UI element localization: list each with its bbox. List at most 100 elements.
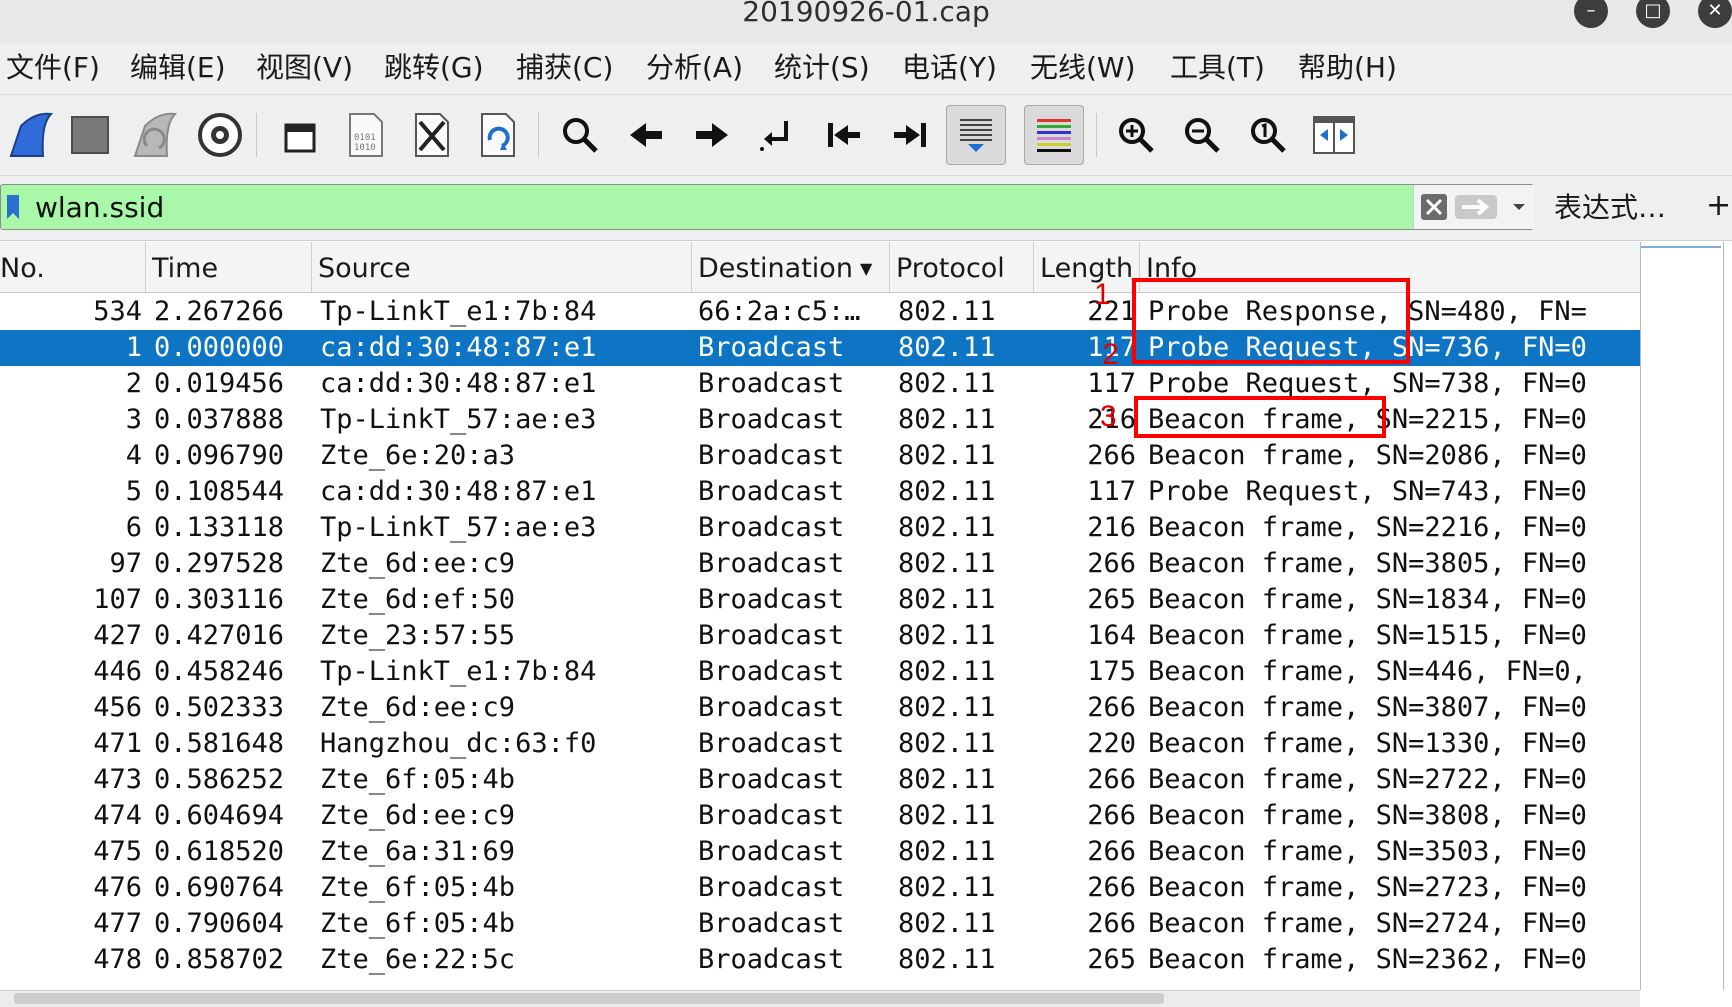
resize-columns-icon[interactable] [1304,105,1364,165]
packet-length-cell: 265 [1087,944,1136,975]
packet-row[interactable]: 474 0.604694 Zte_6d:ee:c9 Broadcast 802.11 26… [0,798,1640,834]
packet-row[interactable]: 2 0.019456 ca:dd:30:48:87:e1 Broadcast 802.1… [0,366,1640,402]
last-packet-icon[interactable] [880,105,940,165]
menu-view[interactable]: 视图(V) [256,48,353,88]
packet-row[interactable]: 3 0.037888 Tp-LinkT_57:ae:e3 Broadcast 802.1… [0,402,1640,438]
apply-filter-arrow-icon[interactable] [1454,193,1498,221]
expression-button[interactable]: 表达式… [1554,188,1666,228]
packet-protocol-cell: 802.11 [898,548,996,579]
packet-row[interactable]: 476 0.690764 Zte_6f:05:4b Broadcast 802.11 26… [0,870,1640,906]
menu-tools[interactable]: 工具(T) [1170,48,1265,88]
column-header-time[interactable]: Time [146,242,312,292]
packet-row[interactable]: 456 0.502333 Zte_6d:ee:c9 Broadcast 802.11 26… [0,690,1640,726]
clear-filter-icon[interactable] [1420,193,1448,221]
zoom-out-icon[interactable] [1172,105,1232,165]
packet-destination-cell: Broadcast [698,656,845,687]
filter-history-dropdown-icon[interactable] [1510,197,1528,217]
packet-source-cell: Zte_6f:05:4b [320,908,516,939]
packet-protocol-cell: 802.11 [898,836,996,867]
packet-time-cell: 0.037888 [154,404,285,435]
packet-no-cell: 107 [93,584,142,615]
packet-list-pane: No. Time Source Destination ▼ Protocol Le… [0,242,1640,990]
column-header-no[interactable]: No. [0,242,146,292]
packet-destination-cell: Broadcast [698,512,845,543]
menu-capture[interactable]: 捕获(C) [516,48,613,88]
annotation-box-probe [1132,278,1410,364]
column-header-source[interactable]: Source [312,242,692,292]
menu-edit[interactable]: 编辑(E) [130,48,226,88]
packet-no-cell: 471 [93,728,142,759]
bookmark-icon[interactable] [5,193,21,221]
packet-protocol-cell: 802.11 [898,404,996,435]
back-arrow-icon[interactable] [616,105,676,165]
menu-telephony[interactable]: 电话(Y) [902,48,997,88]
autoscroll-icon[interactable] [946,105,1006,165]
packet-row[interactable]: 5 0.108544 ca:dd:30:48:87:e1 Broadcast 802.1… [0,474,1640,510]
packet-source-cell: Zte_6f:05:4b [320,764,516,795]
packet-destination-cell: Broadcast [698,548,845,579]
packet-protocol-cell: 802.11 [898,368,996,399]
zoom-in-icon[interactable] [1106,105,1166,165]
column-header-destination[interactable]: Destination ▼ [692,242,890,292]
goto-packet-icon[interactable] [748,105,808,165]
search-icon[interactable] [550,105,610,165]
annotation-label-2: 2 [1102,338,1119,371]
packet-row[interactable]: 477 0.790604 Zte_6f:05:4b Broadcast 802.11 26… [0,906,1640,942]
svg-text:0101: 0101 [354,133,376,143]
open-file-icon[interactable] [270,105,330,165]
packet-row[interactable]: 6 0.133118 Tp-LinkT_57:ae:e3 Broadcast 802.1… [0,510,1640,546]
packet-destination-cell: Broadcast [698,440,845,471]
menu-file[interactable]: 文件(F) [6,48,100,88]
packet-row[interactable]: 478 0.858702 Zte_6e:22:5c Broadcast 802.11 26… [0,942,1640,978]
packet-length-cell: 266 [1087,800,1136,831]
intelligent-scrollbar[interactable] [1640,242,1724,990]
colorize-icon[interactable] [1024,105,1084,165]
menu-analyze[interactable]: 分析(A) [646,48,743,88]
packet-protocol-cell: 802.11 [898,908,996,939]
close-file-icon[interactable] [402,105,462,165]
packet-destination-cell: 66:2a:c5:… [698,296,861,327]
menu-wireless[interactable]: 无线(W) [1030,48,1136,88]
packet-info-cell: Beacon frame, SN=3808, FN=0 [1148,800,1587,831]
packet-row[interactable]: 107 0.303116 Zte_6d:ef:50 Broadcast 802.11 26… [0,582,1640,618]
options-gear-icon[interactable] [190,105,250,165]
column-header-protocol[interactable]: Protocol [890,242,1034,292]
packet-time-cell: 0.096790 [154,440,285,471]
packet-destination-cell: Broadcast [698,404,845,435]
packet-no-cell: 6 [125,512,142,543]
menu-go[interactable]: 跳转(G) [384,48,484,88]
annotation-box-beacon [1134,396,1386,438]
zoom-normal-icon[interactable] [1238,105,1298,165]
shark-fin-start-icon[interactable] [0,105,60,165]
stop-square-icon[interactable] [60,105,120,165]
add-filter-button[interactable]: + [1706,186,1731,226]
horizontal-scrollbar[interactable] [0,990,1640,1007]
packet-row[interactable]: 4 0.096790 Zte_6e:20:a3 Broadcast 802.11 266 B… [0,438,1640,474]
packet-row[interactable]: 475 0.618520 Zte_6a:31:69 Broadcast 802.11 26… [0,834,1640,870]
packet-row[interactable]: 471 0.581648 Hangzhou_dc:63:f0 Broadcast 802… [0,726,1640,762]
packet-row[interactable]: 446 0.458246 Tp-LinkT_e1:7b:84 Broadcast 802… [0,654,1640,690]
packet-protocol-cell: 802.11 [898,872,996,903]
horizontal-scrollbar-thumb[interactable] [14,993,1164,1004]
packet-length-cell: 220 [1087,728,1136,759]
packet-row[interactable]: 473 0.586252 Zte_6f:05:4b Broadcast 802.11 26… [0,762,1640,798]
packet-source-cell: Zte_6d:ee:c9 [320,692,516,723]
packet-destination-cell: Broadcast [698,728,845,759]
forward-arrow-icon[interactable] [682,105,742,165]
reload-file-icon[interactable] [468,105,528,165]
menu-help[interactable]: 帮助(H) [1298,48,1397,88]
file-binary-icon[interactable]: 0101 1010 [336,105,396,165]
first-packet-icon[interactable] [814,105,874,165]
packet-row[interactable]: 97 0.297528 Zte_6d:ee:c9 Broadcast 802.11 266… [0,546,1640,582]
display-filter-input[interactable] [35,187,1405,227]
scrollbar-marker [1641,246,1721,248]
packet-length-cell: 266 [1087,692,1136,723]
restart-fin-icon[interactable] [124,105,184,165]
menu-statistics[interactable]: 统计(S) [774,48,870,88]
packet-time-cell: 0.618520 [154,836,285,867]
packet-protocol-cell: 802.11 [898,692,996,723]
packet-row[interactable]: 427 0.427016 Zte_23:57:55 Broadcast 802.11 16… [0,618,1640,654]
packet-time-cell: 0.790604 [154,908,285,939]
packet-info-cell: Beacon frame, SN=1330, FN=0 [1148,728,1587,759]
column-header-length[interactable]: Length [1034,242,1140,292]
